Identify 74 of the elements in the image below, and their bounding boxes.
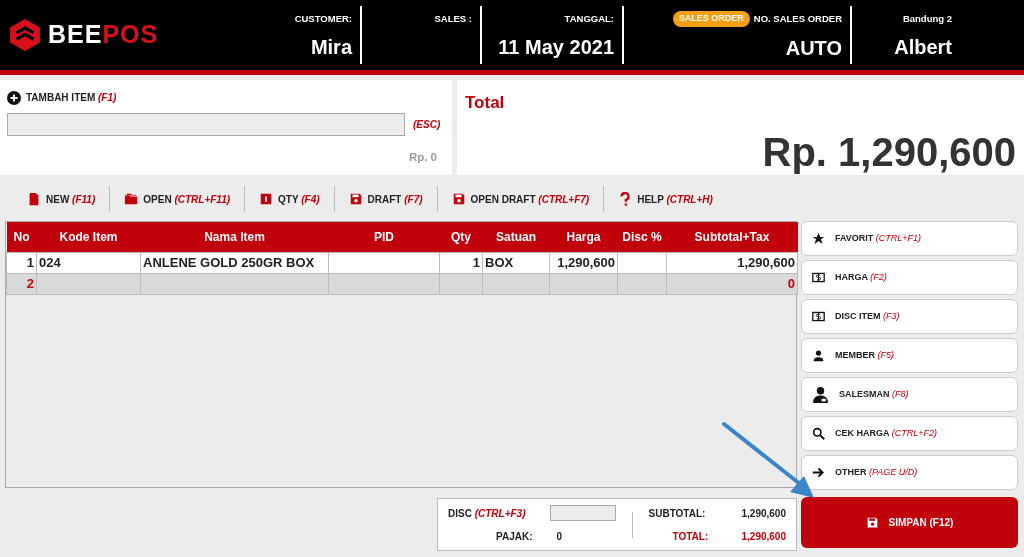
column-header: No xyxy=(6,222,37,252)
save-icon xyxy=(348,192,363,206)
user-icon xyxy=(812,349,825,362)
save-icon xyxy=(865,516,879,529)
discount-label: DISC (CTRL+F3) xyxy=(448,506,526,521)
discount-field[interactable] xyxy=(549,505,616,521)
field-value: Mira xyxy=(310,35,352,59)
table-cell: 2 xyxy=(6,273,37,294)
field-label: TANGGAL: xyxy=(564,11,614,26)
side-button[interactable]: MEMBER (F5) xyxy=(801,338,1018,373)
save-icon xyxy=(451,192,466,206)
field-value: Albert xyxy=(894,35,952,59)
number-square-icon xyxy=(259,192,274,206)
star-icon xyxy=(812,232,825,245)
table-cell: 1,290,600 xyxy=(549,252,618,273)
toolbar-button[interactable]: QTY (F4) xyxy=(245,187,334,211)
toolbar-button[interactable]: DRAFT (F7) xyxy=(334,187,437,211)
user-icon xyxy=(812,386,829,403)
table-cell: 024 xyxy=(36,252,141,273)
column-header: Subtotal+Tax xyxy=(666,222,798,252)
column-header: Kode Item xyxy=(36,222,141,252)
column-header: Disc % xyxy=(617,222,667,252)
column-header: Qty xyxy=(439,222,483,252)
logo-icon xyxy=(8,18,42,52)
side-button[interactable]: HARGA (F2) xyxy=(801,260,1018,295)
column-header: Nama Item xyxy=(140,222,329,252)
add-item-label: TAMBAH ITEM (F1) xyxy=(26,91,117,105)
toolbar-button[interactable]: OPEN DRAFT (CTRL+F7) xyxy=(437,187,604,211)
field-label: NO. SALES ORDER xyxy=(753,11,842,26)
total-amount: Rp. 1,290,600 xyxy=(762,129,1016,174)
field-value: 11 May 2021 xyxy=(498,35,614,59)
subtotal-label: SUBTOTAL: xyxy=(648,506,706,521)
side-button[interactable]: FAVORIT (CTRL+F1) xyxy=(801,221,1018,256)
side-button[interactable]: DISC ITEM (F3) xyxy=(801,299,1018,334)
field-label: CUSTOMER: xyxy=(294,11,352,26)
money-icon xyxy=(812,271,825,284)
toolbar-button[interactable]: HELP (CTRL+H) xyxy=(604,187,727,211)
item-price: Rp. 0 xyxy=(408,151,437,163)
tax-label: PAJAK: xyxy=(496,530,533,544)
table-cell: ANLENE GOLD 250GR BOX xyxy=(140,252,329,273)
side-button[interactable]: SALESMAN (F8) xyxy=(801,377,1018,412)
side-button[interactable]: CEK HARGA (CTRL+F2) xyxy=(801,416,1018,451)
search-icon xyxy=(812,427,825,440)
column-header: PID xyxy=(328,222,440,252)
total-value: 1,290,600 xyxy=(741,529,786,544)
money-icon xyxy=(812,310,825,323)
logo-text: POS xyxy=(102,19,159,51)
arrow-icon xyxy=(812,466,825,479)
total-label: TOTAL: xyxy=(671,529,709,544)
item-search-field[interactable] xyxy=(7,113,405,136)
side-button[interactable]: OTHER (PAGE U/D) xyxy=(801,455,1018,490)
toolbar-button[interactable]: OPEN (CTRL+F11) xyxy=(110,187,245,211)
total-label: Total xyxy=(465,93,505,112)
field-label: SALES : xyxy=(434,11,472,26)
add-icon xyxy=(7,90,21,105)
subtotal-value: 1,290,600 xyxy=(741,506,786,521)
column-header: Satuan xyxy=(482,222,550,252)
help-icon xyxy=(618,192,633,206)
table-cell: 1 xyxy=(6,252,37,273)
shortcut-hint: (ESC) xyxy=(413,118,441,132)
selected-row[interactable]: 2 0 xyxy=(6,273,798,294)
file-icon xyxy=(27,192,41,206)
field-value: AUTO xyxy=(785,35,842,59)
logo-text: BEE xyxy=(48,19,103,51)
folder-icon xyxy=(124,192,139,206)
toolbar-button[interactable]: NEW (F11) xyxy=(13,187,110,211)
column-header: Harga xyxy=(549,222,618,252)
table-cell: 1 xyxy=(439,252,483,273)
status-badge: SALES ORDER xyxy=(672,11,750,27)
field-label: Bandung 2 xyxy=(902,11,952,26)
table-cell: 1,290,600 xyxy=(666,252,798,273)
tax-value: 0 xyxy=(556,530,563,544)
save-button[interactable]: SIMPAN (F12) xyxy=(801,497,1018,548)
table-cell: BOX xyxy=(482,252,550,273)
